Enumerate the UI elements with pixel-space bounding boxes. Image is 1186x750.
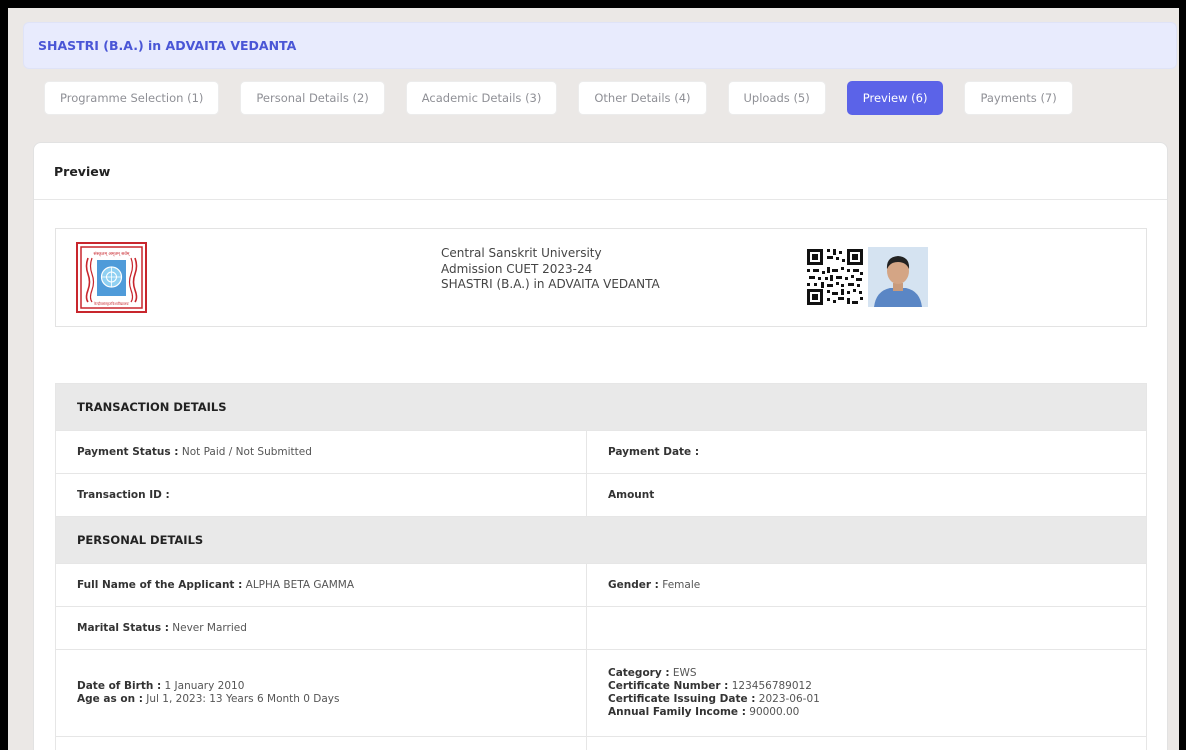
marital-status-label: Marital Status : (77, 622, 169, 634)
certificate-number-value: 123456789012 (731, 680, 812, 692)
certificate-number-label: Certificate Number : (608, 680, 729, 692)
tab-other-details[interactable]: Other Details (4) (578, 81, 707, 115)
table-row: Date of Birth : 1 January 2010 Age as on… (55, 649, 1147, 737)
dob-line: Date of Birth : 1 January 2010 (77, 680, 565, 693)
category-cell: Category : EWS Certificate Number : 1234… (586, 649, 1147, 737)
programme-name: SHASTRI (B.A.) in ADVAITA VEDANTA (441, 277, 660, 291)
full-name-label: Full Name of the Applicant : (77, 579, 243, 591)
tab-programme-selection[interactable]: Programme Selection (1) (44, 81, 220, 115)
family-income-value: 90000.00 (749, 706, 800, 718)
marital-status-value: Never Married (172, 622, 247, 634)
dob-value: 1 January 2010 (164, 680, 245, 692)
age-value: Jul 1, 2023: 13 Years 6 Month 0 Days (146, 693, 340, 705)
empty-cell (586, 736, 1147, 750)
family-income-line: Annual Family Income : 90000.00 (608, 706, 1125, 719)
letterhead-text: Central Sanskrit University Admission CU… (441, 246, 660, 293)
certificate-date-line: Certificate Issuing Date : 2023-06-01 (608, 693, 1125, 706)
table-row: Transaction ID : Amount (55, 473, 1147, 517)
empty-cell (586, 606, 1147, 650)
payment-date-label: Payment Date : (608, 446, 700, 458)
table-row (55, 736, 1147, 750)
amount-cell: Amount (586, 473, 1147, 517)
applicant-photo (868, 247, 928, 307)
dob-age-cell: Date of Birth : 1 January 2010 Age as on… (55, 649, 587, 737)
payment-status-cell: Payment Status : Not Paid / Not Submitte… (55, 430, 587, 474)
section-heading-personal: PERSONAL DETAILS (55, 516, 1147, 564)
payment-status-label: Payment Status : (77, 446, 179, 458)
qr-code (805, 247, 865, 307)
tab-academic-details[interactable]: Academic Details (3) (405, 81, 558, 115)
certificate-number-line: Certificate Number : 123456789012 (608, 680, 1125, 693)
certificate-date-value: 2023-06-01 (758, 693, 820, 705)
tab-preview[interactable]: Preview (6) (846, 81, 944, 115)
logo-motto: संस्कृतम् अमृतम् सर्वम् (94, 250, 131, 257)
amount-label: Amount (608, 489, 655, 501)
full-name-value: ALPHA BETA GAMMA (245, 579, 354, 591)
payment-date-cell: Payment Date : (586, 430, 1147, 474)
section-personal: PERSONAL DETAILS (55, 516, 1147, 564)
certificate-date-label: Certificate Issuing Date : (608, 693, 756, 705)
table-row: Full Name of the Applicant : ALPHA BETA … (55, 563, 1147, 607)
details-table: TRANSACTION DETAILS Payment Status : Not… (55, 383, 1147, 750)
marital-status-cell: Marital Status : Never Married (55, 606, 587, 650)
gender-label: Gender : (608, 579, 659, 591)
dob-label: Date of Birth : (77, 680, 162, 692)
family-income-label: Annual Family Income : (608, 706, 746, 718)
preview-title: Preview (34, 143, 1167, 200)
programme-title: SHASTRI (B.A.) in ADVAITA VEDANTA (38, 38, 297, 53)
empty-cell (55, 736, 587, 750)
age-label: Age as on : (77, 693, 143, 705)
full-name-cell: Full Name of the Applicant : ALPHA BETA … (55, 563, 587, 607)
category-label: Category : (608, 667, 670, 679)
logo-footer-text: केन्द्रीयसंस्कृतविश्वविद्यालयः (94, 301, 130, 306)
transaction-id-label: Transaction ID : (77, 489, 170, 501)
tab-personal-details[interactable]: Personal Details (2) (240, 81, 385, 115)
university-logo: संस्कृतम् अमृतम् सर्वम् केन्द्रीयसंस्कृत… (76, 242, 147, 313)
tab-uploads[interactable]: Uploads (5) (727, 81, 826, 115)
age-line: Age as on : Jul 1, 2023: 13 Years 6 Mont… (77, 693, 565, 706)
section-heading-transaction: TRANSACTION DETAILS (55, 383, 1147, 431)
table-row: Marital Status : Never Married (55, 606, 1147, 650)
section-transaction: TRANSACTION DETAILS (55, 383, 1147, 431)
step-tabs: Programme Selection (1) Personal Details… (44, 81, 1073, 115)
category-line: Category : EWS (608, 667, 1125, 680)
application-page: SHASTRI (B.A.) in ADVAITA VEDANTA Progra… (8, 8, 1179, 750)
programme-header: SHASTRI (B.A.) in ADVAITA VEDANTA (23, 22, 1177, 69)
table-row: Payment Status : Not Paid / Not Submitte… (55, 430, 1147, 474)
tab-payments[interactable]: Payments (7) (964, 81, 1073, 115)
preview-card: Preview संस्कृतम् अमृतम् सर्वम् केन्द्री… (33, 142, 1168, 750)
admission-session: Admission CUET 2023-24 (441, 261, 593, 276)
letterhead: संस्कृतम् अमृतम् सर्वम् केन्द्रीयसंस्कृत… (55, 228, 1147, 327)
gender-value: Female (662, 579, 701, 591)
category-value: EWS (672, 667, 697, 679)
university-name: Central Sanskrit University (441, 246, 602, 260)
transaction-id-cell: Transaction ID : (55, 473, 587, 517)
payment-status-value: Not Paid / Not Submitted (181, 446, 312, 458)
gender-cell: Gender : Female (586, 563, 1147, 607)
